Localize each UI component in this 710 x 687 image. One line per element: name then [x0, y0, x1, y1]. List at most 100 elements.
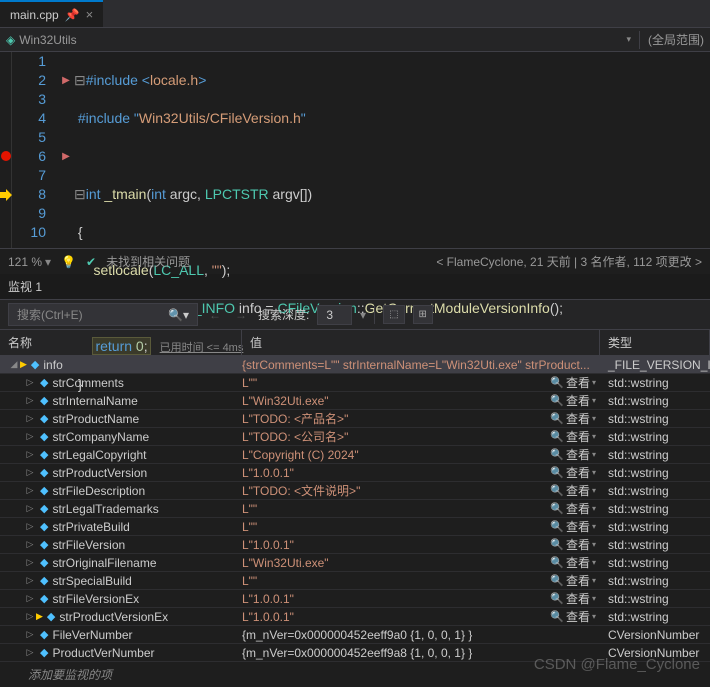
expand-icon[interactable]: ▷ [24, 431, 36, 442]
breakpoint-gutter[interactable] [0, 52, 12, 248]
watch-row[interactable]: ▷◆strLegalCopyrightL"Copyright (C) 2024"… [0, 446, 710, 464]
expand-icon[interactable]: ▷ [24, 629, 36, 640]
view-button[interactable]: 🔍查看▾ [550, 590, 596, 607]
expand-icon[interactable]: ▷ [24, 521, 36, 532]
watch-row[interactable]: ▷◆FileVerNumber{m_nVer=0x000000452eeff9a… [0, 626, 710, 644]
chevron-down-icon[interactable]: ▾ [626, 34, 631, 45]
magnify-icon: 🔍 [550, 610, 564, 623]
expand-icon[interactable]: ▷ [24, 575, 36, 586]
depth-label: 搜索深度: [258, 306, 309, 323]
issues-text[interactable]: 未找到相关问题 [106, 253, 190, 270]
watch-row[interactable]: ▷◆strFileVersionL"1.0.0.1"🔍查看▾std::wstri… [0, 536, 710, 554]
watch-row[interactable]: ▷◆strCommentsL""🔍查看▾std::wstring [0, 374, 710, 392]
var-icon: ◆ [40, 448, 48, 461]
expand-icon[interactable]: ▷ [24, 503, 36, 514]
view-button[interactable]: 🔍查看▾ [550, 572, 596, 589]
view-button[interactable]: 🔍查看▾ [550, 428, 596, 445]
watch-row[interactable]: ▷◆strFileVersionExL"1.0.0.1"🔍查看▾std::wst… [0, 590, 710, 608]
forward-icon[interactable]: → [232, 308, 250, 322]
var-icon: ◆ [40, 646, 48, 659]
view-button[interactable]: 🔍查看▾ [550, 392, 596, 409]
var-icon: ◆ [40, 466, 48, 479]
view-button[interactable]: 🔍查看▾ [550, 464, 596, 481]
watch-row[interactable]: ◢▶◆info{strComments=L"" strInternalName=… [0, 356, 710, 374]
scope-dropdown[interactable]: (全局范围) [648, 31, 704, 48]
check-icon: ✔ [86, 255, 96, 269]
magnify-icon: 🔍 [550, 502, 564, 515]
expand-icon[interactable]: ▷ [24, 611, 36, 622]
var-icon: ◆ [40, 430, 48, 443]
expand-icon[interactable]: ▷ [24, 647, 36, 658]
watch-row[interactable]: ▷◆strProductNameL"TODO: <产品名>"🔍查看▾std::w… [0, 410, 710, 428]
search-icon[interactable]: 🔍▾ [168, 308, 189, 322]
magnify-icon: 🔍 [550, 430, 564, 443]
var-icon: ◆ [40, 520, 48, 533]
source-text[interactable]: ⊟#include <locale.h> #include "Win32Util… [74, 52, 710, 248]
magnify-icon: 🔍 [550, 592, 564, 605]
depth-select[interactable]: 3 [317, 305, 352, 325]
expand-icon[interactable]: ▷ [24, 413, 36, 424]
expand-icon[interactable]: ▷ [24, 467, 36, 478]
tab-main-cpp[interactable]: main.cpp 📌 × [0, 0, 103, 27]
lightbulb-icon[interactable]: 💡 [61, 255, 76, 269]
line-numbers: 12345678910 [12, 52, 58, 248]
back-icon[interactable]: ← [206, 308, 224, 322]
magnify-icon: 🔍 [550, 538, 564, 551]
magnify-icon: 🔍 [550, 484, 564, 497]
expand-icon[interactable]: ◢ [8, 359, 20, 370]
var-icon: ◆ [47, 610, 55, 623]
breakpoint-icon[interactable] [1, 151, 11, 161]
view-button[interactable]: 🔍查看▾ [550, 518, 596, 535]
watch-row[interactable]: ▷◆strPrivateBuildL""🔍查看▾std::wstring [0, 518, 710, 536]
view-button[interactable]: 🔍查看▾ [550, 536, 596, 553]
view-button[interactable]: 🔍查看▾ [550, 410, 596, 427]
expand-icon[interactable]: ▷ [24, 449, 36, 460]
search-input[interactable]: 搜索(Ctrl+E) 🔍▾ [8, 303, 198, 326]
view-button[interactable]: 🔍查看▾ [550, 554, 596, 571]
pin-icon[interactable]: 📌 [65, 8, 80, 22]
watch-row[interactable]: ▷◆strSpecialBuildL""🔍查看▾std::wstring [0, 572, 710, 590]
var-icon: ◆ [31, 358, 39, 371]
view-button[interactable]: 🔍查看▾ [550, 446, 596, 463]
magnify-icon: 🔍 [550, 574, 564, 587]
expand-icon[interactable]: ▷ [24, 395, 36, 406]
expand-icon[interactable]: ▷ [24, 485, 36, 496]
tool-btn-1[interactable]: ⬚ [383, 305, 404, 324]
watch-row[interactable]: ▷◆strCompanyNameL"TODO: <公司名>"🔍查看▾std::w… [0, 428, 710, 446]
add-watch-item[interactable]: 添加要监视的项 [0, 662, 710, 687]
watch-row[interactable]: ▷◆strOriginalFilenameL"Win32Uti.exe"🔍查看▾… [0, 554, 710, 572]
tab-bar: main.cpp 📌 × [0, 0, 710, 28]
col-name[interactable]: 名称 [0, 330, 242, 355]
close-icon[interactable]: × [86, 7, 94, 22]
view-button[interactable]: 🔍查看▾ [550, 374, 596, 391]
view-button[interactable]: 🔍查看▾ [550, 482, 596, 499]
watch-row[interactable]: ▷◆strLegalTrademarksL""🔍查看▾std::wstring [0, 500, 710, 518]
watch-row[interactable]: ▷◆ProductVerNumber{m_nVer=0x000000452eef… [0, 644, 710, 662]
col-value[interactable]: 值 [242, 330, 600, 355]
var-icon: ◆ [40, 538, 48, 551]
watch-row[interactable]: ▷◆strInternalNameL"Win32Uti.exe"🔍查看▾std:… [0, 392, 710, 410]
magnify-icon: 🔍 [550, 520, 564, 533]
magnify-icon: 🔍 [550, 466, 564, 479]
watch-row[interactable]: ▷◆strFileDescriptionL"TODO: <文件说明>"🔍查看▾s… [0, 482, 710, 500]
expand-icon[interactable]: ▷ [24, 593, 36, 604]
expand-icon[interactable]: ▷ [24, 377, 36, 388]
view-button[interactable]: 🔍查看▾ [550, 608, 596, 625]
expand-icon[interactable]: ▷ [24, 557, 36, 568]
expand-icon[interactable]: ▷ [24, 539, 36, 550]
var-icon: ◆ [40, 628, 48, 641]
tool-btn-2[interactable]: ⊞ [413, 305, 433, 324]
watch-row[interactable]: ▷▶◆strProductVersionExL"1.0.0.1"🔍查看▾std:… [0, 608, 710, 626]
code-navbar: ◈ Win32Utils ▾ (全局范围) [0, 28, 710, 52]
var-icon: ◆ [40, 376, 48, 389]
magnify-icon: 🔍 [550, 556, 564, 569]
zoom-control[interactable]: 121 %▾ [8, 255, 51, 269]
namespace-dropdown[interactable]: ◈ Win32Utils [6, 33, 618, 47]
view-button[interactable]: 🔍查看▾ [550, 500, 596, 517]
col-type[interactable]: 类型 [600, 330, 710, 355]
blame-text[interactable]: < FlameCyclone, 21 天前 | 3 名作者, 112 项更改 > [436, 253, 702, 270]
code-editor[interactable]: 12345678910 ▶▶ ⊟#include <locale.h> #inc… [0, 52, 710, 248]
var-icon: ◆ [40, 502, 48, 515]
watch-row[interactable]: ▷◆strProductVersionL"1.0.0.1"🔍查看▾std::ws… [0, 464, 710, 482]
var-icon: ◆ [40, 592, 48, 605]
